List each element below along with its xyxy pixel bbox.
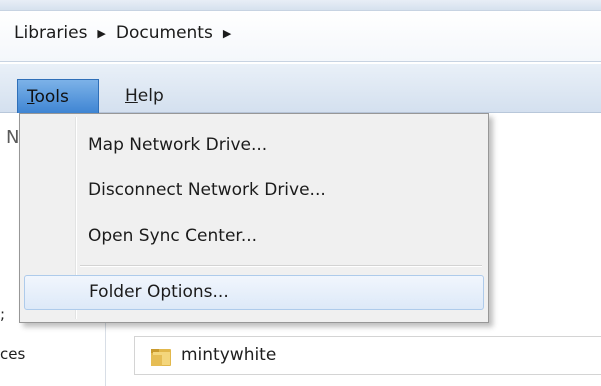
nav-fragment: ; <box>0 305 6 323</box>
breadcrumb-libraries[interactable]: Libraries <box>14 23 87 43</box>
menu-separator <box>80 265 482 266</box>
menu-item-folder-options[interactable]: Folder Options... <box>24 275 484 310</box>
breadcrumb-arrow-icon[interactable]: ▶ <box>223 27 231 40</box>
menu-help-label: elp <box>137 86 164 106</box>
breadcrumb-documents[interactable]: Documents <box>116 23 213 43</box>
address-bar[interactable]: Libraries ▶ Documents ▶ <box>0 10 601 62</box>
toolbar-fragment: N <box>6 127 20 148</box>
menu-help-accesskey: H <box>125 86 138 106</box>
menu-item-map-network-drive[interactable]: Map Network Drive... <box>24 128 484 163</box>
window-top-strip <box>0 0 601 10</box>
breadcrumb: Libraries ▶ Documents ▶ <box>14 23 241 43</box>
menu-item-disconnect-network-drive[interactable]: Disconnect Network Drive... <box>24 173 484 208</box>
menu-tools-label: ools <box>34 87 69 107</box>
menu-help[interactable]: Help <box>116 79 173 113</box>
menu-tools[interactable]: Tools <box>17 79 99 113</box>
breadcrumb-arrow-icon[interactable]: ▶ <box>97 27 105 40</box>
nav-item-fragment[interactable]: ces <box>0 345 25 363</box>
folder-name[interactable]: mintywhite <box>181 345 276 365</box>
folder-icon <box>151 349 171 366</box>
menu-tools-accesskey: T <box>27 87 35 107</box>
tools-dropdown-menu: Map Network Drive... Disconnect Network … <box>19 113 489 323</box>
menu-item-open-sync-center[interactable]: Open Sync Center... <box>24 219 484 254</box>
